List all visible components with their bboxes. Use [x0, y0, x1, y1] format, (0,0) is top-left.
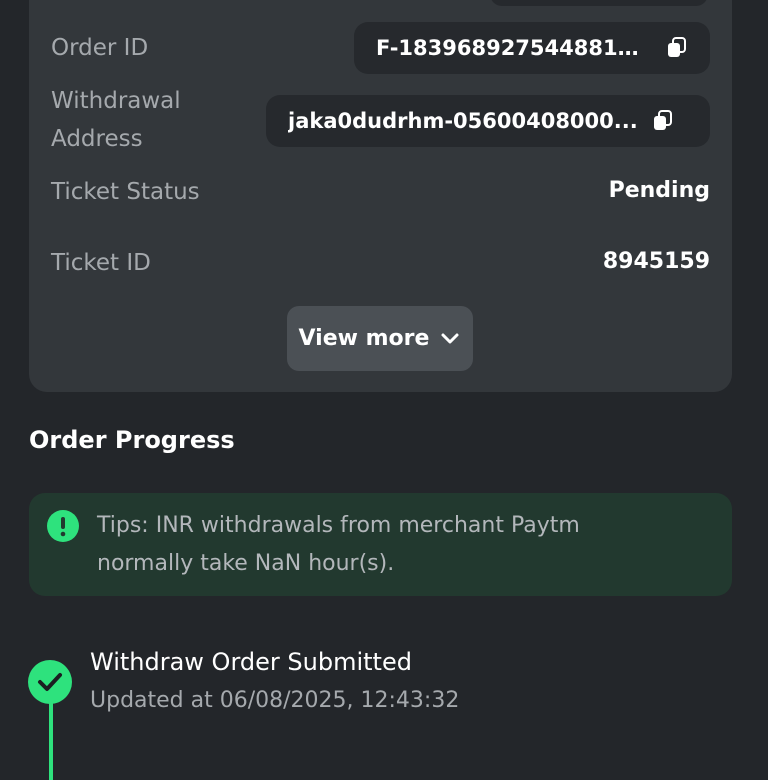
- withdrawal-address-label-line2: Address: [51, 126, 143, 152]
- ticket-status-value: Pending: [608, 178, 710, 203]
- progress-line: [49, 700, 53, 780]
- order-id-label: Order ID: [51, 35, 149, 61]
- tips-banner: Tips: INR withdrawals from merchant Payt…: [29, 493, 732, 596]
- tips-text-line2: normally take NaN hour(s).: [97, 551, 395, 576]
- withdrawal-address-copy-pill[interactable]: jaka0dudrhm-05600408000...: [266, 95, 710, 147]
- ticket-id-value: 8945159: [602, 249, 710, 274]
- previous-value-pill: [490, 0, 708, 6]
- withdrawal-address-value: jaka0dudrhm-05600408000...: [288, 109, 638, 133]
- ticket-id-label: Ticket ID: [51, 250, 151, 276]
- tips-text: Tips: INR withdrawals from merchant Payt…: [97, 507, 697, 583]
- ticket-status-label: Ticket Status: [51, 179, 200, 205]
- copy-icon[interactable]: [652, 110, 674, 132]
- view-more-button[interactable]: View more: [287, 306, 473, 371]
- order-id-value: F-1839689275448818773: [376, 36, 652, 60]
- tips-text-line1: Tips: INR withdrawals from merchant Payt…: [97, 513, 580, 538]
- check-circle-icon: [28, 660, 72, 704]
- step-title: Withdraw Order Submitted: [90, 648, 412, 676]
- withdrawal-address-label-line1: Withdrawal: [51, 88, 181, 114]
- exclamation-icon: [47, 510, 79, 542]
- copy-icon[interactable]: [666, 37, 688, 59]
- order-progress-title: Order Progress: [29, 426, 235, 454]
- view-more-label: View more: [298, 326, 430, 351]
- order-id-copy-pill[interactable]: F-1839689275448818773: [354, 22, 710, 74]
- step-updated-time: Updated at 06/08/2025, 12:43:32: [90, 688, 460, 713]
- chevron-down-icon: [441, 333, 459, 343]
